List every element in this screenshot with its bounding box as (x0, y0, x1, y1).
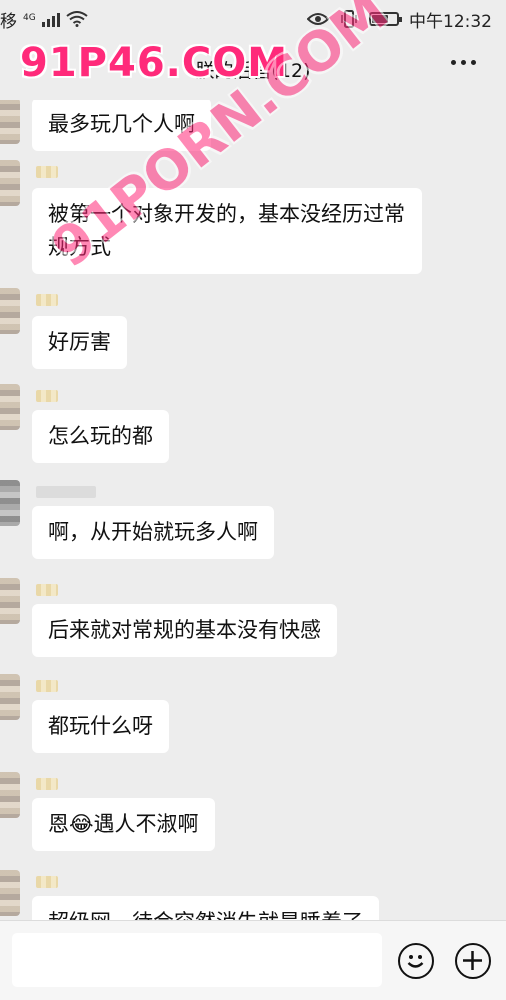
signal-icon (41, 11, 60, 27)
avatar[interactable] (0, 384, 20, 430)
more-dots-icon[interactable] (451, 60, 476, 65)
status-left: 移 4G (0, 7, 88, 32)
plus-icon[interactable] (455, 943, 491, 979)
message-input[interactable] (12, 933, 382, 987)
message-bubble: 都玩什么呀 (32, 700, 169, 753)
message-bubble: 后来就对常规的基本没有快感 (32, 604, 337, 657)
status-right: 中午12:32 (307, 7, 492, 32)
sender-nickname (36, 584, 58, 596)
carrier-label: 移 (0, 11, 17, 32)
input-bar (0, 920, 506, 1000)
message-bubble: 恩😂遇人不淑啊 (32, 798, 215, 851)
message-bubble: 好厉害 (32, 316, 127, 369)
sender-nickname (36, 876, 58, 888)
vibrate-icon (341, 10, 357, 28)
message-bubble: 啊，从开始就玩多人啊 (32, 506, 274, 559)
emoji-icon[interactable] (398, 943, 434, 979)
sender-nickname (36, 680, 58, 692)
message-bubble: 超级网，待会突然消失就是睡着了 (32, 896, 379, 920)
message-bubble: 最多玩几个人啊 (32, 100, 211, 151)
sender-nickname (36, 294, 58, 306)
avatar[interactable] (0, 674, 20, 720)
battery-icon (369, 12, 402, 26)
sender-nickname (36, 390, 58, 402)
avatar[interactable] (0, 100, 20, 144)
message-bubble: 被第一个对象开发的，基本没经历过常规方式 (32, 188, 422, 274)
clock: 中午12:32 (409, 11, 492, 32)
avatar[interactable] (0, 160, 20, 206)
sender-nickname (36, 778, 58, 790)
message-list[interactable]: 最多玩几个人啊 被第一个对象开发的，基本没经历过常规方式 好厉害 怎么玩的都 啊… (0, 100, 506, 920)
eye-icon (307, 13, 329, 25)
network-label: 4G (23, 12, 36, 23)
sender-nickname (36, 166, 58, 178)
wifi-icon (66, 11, 88, 27)
avatar[interactable] (0, 870, 20, 916)
avatar[interactable] (0, 772, 20, 818)
chat-header: 朕的后宫(12) (0, 38, 506, 100)
status-bar: 移 4G 中午12:32 (0, 0, 506, 38)
avatar[interactable] (0, 288, 20, 334)
avatar[interactable] (0, 578, 20, 624)
sender-nickname (36, 486, 96, 498)
chat-title: 朕的后宫(12) (195, 59, 311, 82)
message-bubble: 怎么玩的都 (32, 410, 169, 463)
avatar[interactable] (0, 480, 20, 526)
